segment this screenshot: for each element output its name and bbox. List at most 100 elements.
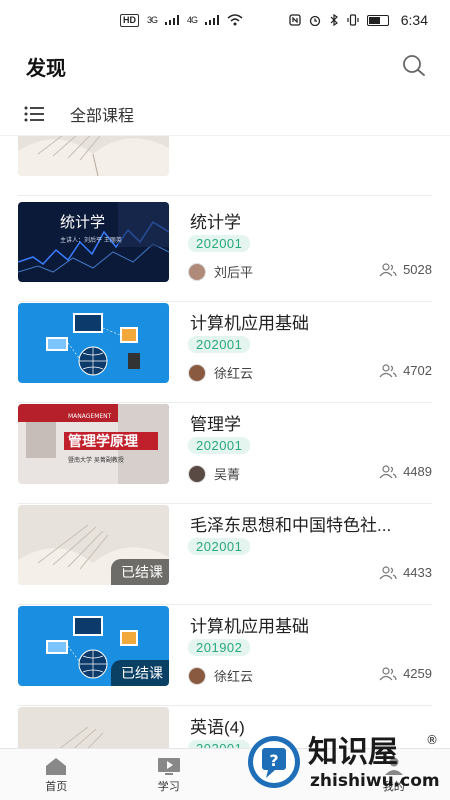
users-icon bbox=[379, 464, 397, 478]
thumb-title: 统计学 bbox=[60, 213, 105, 231]
course-name: 统计学 bbox=[190, 213, 241, 232]
course-info: 毛泽东思想和中国特色社... 202001 4433 bbox=[188, 505, 432, 585]
course-item[interactable]: 已结课 毛泽东思想和中国特色社... 202001 4433 bbox=[18, 505, 432, 605]
clock: 6:34 bbox=[400, 12, 428, 28]
teacher: 刘后平 bbox=[188, 262, 253, 281]
course-ended-badge: 已结课 bbox=[111, 660, 169, 686]
course-name: 计算机应用基础 bbox=[190, 617, 309, 636]
tab-study[interactable]: 学习 bbox=[113, 749, 226, 800]
course-info: 计算机应用基础 202001 徐红云 4702 bbox=[188, 303, 432, 383]
learner-count: 4489 bbox=[379, 464, 432, 479]
learner-count-value: 4702 bbox=[403, 363, 432, 378]
teacher-name: 吴菁 bbox=[214, 467, 241, 482]
course-name: 毛泽东思想和中国特色社... bbox=[190, 516, 392, 535]
thumb-tag: MANAGEMENT bbox=[68, 413, 112, 420]
status-left: HD 3G 4G bbox=[120, 13, 243, 27]
course-term: 201902 bbox=[188, 639, 251, 656]
learner-count: 4259 bbox=[379, 666, 432, 681]
course-info: 202001 5491 bbox=[188, 136, 432, 176]
learner-count-value: 5028 bbox=[403, 262, 432, 277]
course-item[interactable]: 已结课 计算机应用基础 201902 徐红云 4259 bbox=[18, 606, 432, 706]
statistics-cover-image: 统计学 主讲人：刘后平 王丽英 bbox=[18, 202, 169, 282]
course-term: 202001 bbox=[188, 437, 251, 454]
learner-count: 5028 bbox=[379, 262, 432, 277]
management-cover-image: MANAGEMENT 管理学原理 暨南大学 吴菁副教授 bbox=[18, 404, 169, 484]
course-item[interactable]: 统计学 主讲人：刘后平 王丽英 统计学 202001 刘后平 5028 bbox=[18, 202, 432, 302]
watermark-domain: zhishiwu.com bbox=[310, 771, 440, 791]
learner-count: 4702 bbox=[379, 363, 432, 378]
teacher: 徐红云 bbox=[188, 666, 253, 685]
course-ended-badge: 已结课 bbox=[111, 559, 169, 585]
course-thumbnail-book: 已结课 bbox=[18, 505, 169, 585]
course-term: 202001 bbox=[188, 235, 251, 252]
course-thumbnail-book bbox=[18, 707, 169, 750]
computer-network-image bbox=[18, 303, 169, 383]
teacher-name: 徐红云 bbox=[214, 669, 254, 684]
learner-count-value: 4489 bbox=[403, 464, 432, 479]
signal-3g-indicator: 3G bbox=[147, 15, 158, 25]
teacher-avatar bbox=[188, 262, 206, 281]
watermark-logo: ? 知识屋 ® zhishiwu.com bbox=[248, 733, 440, 791]
users-icon bbox=[379, 565, 397, 579]
teacher-avatar bbox=[188, 666, 206, 685]
tab-home[interactable]: 首页 bbox=[0, 749, 113, 800]
status-bar: HD 3G 4G 6:34 bbox=[0, 0, 450, 40]
alarm-icon bbox=[309, 15, 320, 26]
thumb-title: 管理学原理 bbox=[68, 433, 138, 450]
course-item[interactable]: 计算机应用基础 202001 徐红云 4702 bbox=[18, 303, 432, 403]
open-book-image bbox=[18, 136, 169, 176]
course-thumbnail-management: MANAGEMENT 管理学原理 暨南大学 吴菁副教授 bbox=[18, 404, 169, 484]
list-menu-icon[interactable] bbox=[24, 106, 44, 122]
wifi-icon bbox=[227, 14, 243, 26]
vibrate-icon bbox=[347, 14, 359, 26]
teacher-avatar bbox=[188, 464, 206, 483]
course-list[interactable]: 202001 5491 统计学 主讲人：刘后平 王丽英 统计学 202001 bbox=[0, 136, 450, 750]
users-icon bbox=[379, 363, 397, 377]
svg-text:?: ? bbox=[269, 751, 278, 770]
signal-bars-icon bbox=[205, 15, 220, 25]
learner-count-value: 4433 bbox=[403, 565, 432, 580]
hd-indicator: HD bbox=[120, 13, 139, 27]
bluetooth-icon bbox=[330, 14, 338, 26]
thumb-subtitle: 暨南大学 吴菁副教授 bbox=[68, 456, 124, 464]
learner-count: 4433 bbox=[379, 565, 432, 580]
video-icon bbox=[157, 757, 180, 775]
home-icon bbox=[46, 757, 67, 775]
course-thumbnail-computer bbox=[18, 303, 169, 383]
battery-icon bbox=[366, 14, 389, 26]
users-icon bbox=[379, 262, 397, 276]
course-thumbnail-computer: 已结课 bbox=[18, 606, 169, 686]
course-name: 计算机应用基础 bbox=[190, 314, 309, 333]
course-thumbnail-book bbox=[18, 136, 169, 176]
course-item[interactable]: MANAGEMENT 管理学原理 暨南大学 吴菁副教授 管理学 202001 吴… bbox=[18, 404, 432, 504]
tab-label: 首页 bbox=[45, 780, 68, 793]
tab-label: 学习 bbox=[157, 780, 180, 793]
filter-label[interactable]: 全部课程 bbox=[70, 102, 134, 126]
course-term: 202001 bbox=[188, 336, 251, 353]
search-icon bbox=[403, 55, 425, 76]
course-info: 计算机应用基础 201902 徐红云 4259 bbox=[188, 606, 432, 686]
search-button[interactable] bbox=[400, 52, 428, 80]
course-term: 202001 bbox=[188, 538, 251, 555]
teacher: 徐红云 bbox=[188, 363, 253, 382]
watermark-brand: 知识屋 bbox=[308, 735, 398, 770]
teacher-avatar bbox=[188, 363, 206, 382]
app-header: 发现 bbox=[0, 40, 450, 92]
thumb-subtitle: 主讲人：刘后平 王丽英 bbox=[60, 236, 122, 244]
teacher: 吴菁 bbox=[188, 464, 240, 483]
learner-count-value: 4259 bbox=[403, 666, 432, 681]
page-title: 发现 bbox=[26, 57, 66, 80]
open-book-image bbox=[18, 707, 169, 750]
nfc-icon bbox=[289, 14, 301, 26]
course-info: 统计学 202001 刘后平 5028 bbox=[188, 202, 432, 282]
course-name: 管理学 bbox=[190, 415, 241, 434]
watermark-mark: ® bbox=[426, 733, 438, 747]
teacher-name: 徐红云 bbox=[214, 366, 254, 381]
course-thumbnail-statistics: 统计学 主讲人：刘后平 王丽英 bbox=[18, 202, 169, 282]
teacher-name: 刘后平 bbox=[214, 265, 254, 280]
users-icon bbox=[379, 666, 397, 680]
course-item[interactable]: 202001 5491 bbox=[18, 136, 432, 196]
course-filter-bar[interactable]: 全部课程 bbox=[0, 92, 450, 136]
status-right: 6:34 bbox=[289, 12, 428, 28]
signal-bars-icon bbox=[165, 15, 180, 25]
